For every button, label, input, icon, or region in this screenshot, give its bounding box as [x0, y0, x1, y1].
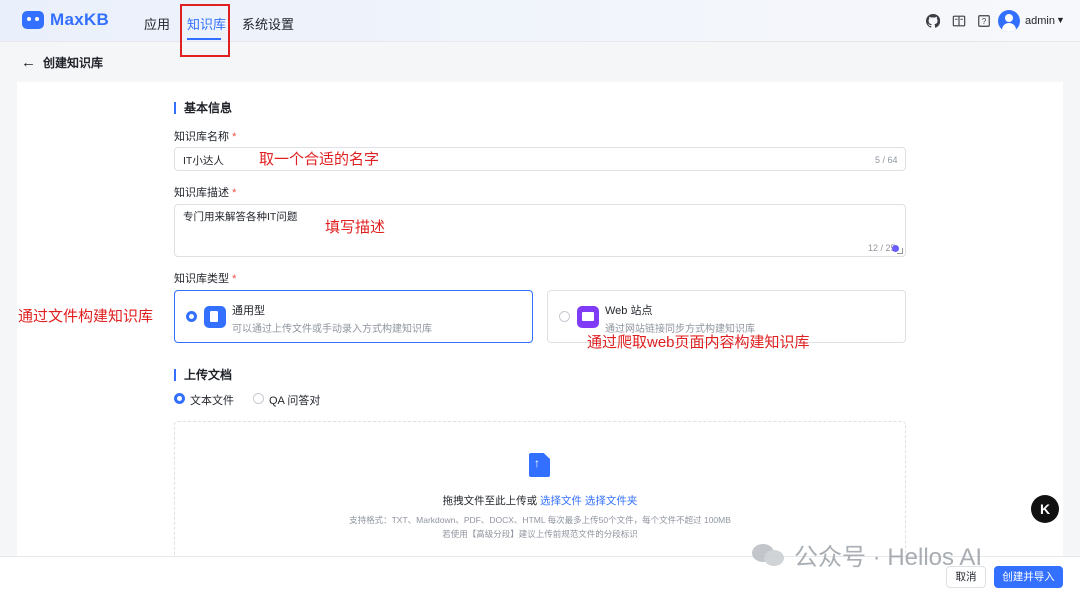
github-icon[interactable]: [925, 13, 941, 28]
create-import-button[interactable]: 创建并导入: [994, 566, 1063, 588]
logo[interactable]: MaxKB: [22, 10, 109, 30]
nav-item-apps[interactable]: 应用: [144, 14, 170, 33]
name-label: 知识库名称 *: [174, 131, 237, 143]
top-navbar: MaxKB 应用 知识库 系统设置 ? admin ▼: [0, 0, 1080, 42]
radio-text-file[interactable]: [174, 393, 185, 404]
annotation-file: 通过文件构建知识库: [18, 308, 154, 325]
logo-text: MaxKB: [50, 10, 110, 29]
floating-assistant-icon[interactable]: K: [1031, 495, 1059, 523]
desc-label: 知识库描述 *: [174, 187, 237, 199]
chevron-down-icon[interactable]: ▼: [1056, 15, 1065, 25]
name-field-value: IT小达人: [183, 155, 224, 167]
section-title-basic: 基本信息: [174, 102, 232, 114]
type-title-web: Web 站点: [605, 305, 653, 317]
annotation-name: 取一个合适的名字: [259, 151, 380, 168]
book-icon[interactable]: [952, 14, 966, 28]
desc-value: 专门用来解答各种IT问题: [183, 211, 298, 223]
nav-item-settings[interactable]: 系统设置: [242, 14, 294, 33]
document-icon: [204, 306, 226, 328]
upload-hint-formats: 支持格式：TXT、Markdown、PDF、DOCX、HTML 每次最多上传50…: [349, 515, 731, 525]
page-header: ← 创建知识库: [21, 54, 103, 71]
radio-general[interactable]: [186, 311, 197, 322]
section-title-upload: 上传文档: [174, 369, 232, 381]
cancel-button[interactable]: 取消: [946, 566, 986, 588]
user-avatar-icon[interactable]: [998, 10, 1020, 32]
type-option-general[interactable]: 通用型 可以通过上传文件或手动录入方式构建知识库: [174, 290, 533, 343]
annotation-highlight-box: [180, 4, 230, 57]
radio-web[interactable]: [559, 311, 570, 322]
name-counter: 5 / 64: [875, 155, 898, 165]
type-label: 知识库类型 *: [174, 273, 237, 285]
user-name[interactable]: admin: [1025, 15, 1055, 27]
radio-qa[interactable]: [253, 393, 264, 404]
wechat-icon: [752, 542, 786, 568]
type-desc-general: 可以通过上传文件或手动录入方式构建知识库: [232, 324, 432, 335]
robot-logo-icon: [22, 11, 44, 29]
help-icon[interactable]: ?: [977, 14, 991, 28]
web-icon: [577, 306, 599, 328]
annotation-desc: 填写描述: [325, 219, 386, 236]
mode-text-file-label[interactable]: 文本文件: [190, 392, 234, 408]
choose-file-link[interactable]: 选择文件: [540, 495, 582, 507]
page-title: 创建知识库: [43, 56, 104, 70]
choose-folder-link[interactable]: 选择文件夹: [585, 495, 638, 507]
upload-file-icon: [529, 453, 550, 477]
arrow-left-icon[interactable]: ←: [21, 54, 36, 71]
mode-qa-label[interactable]: QA 问答对: [269, 392, 320, 408]
cursor-dot-icon: [892, 245, 899, 252]
type-title-general: 通用型: [232, 305, 265, 317]
svg-text:?: ?: [982, 17, 987, 26]
upload-instructions: 拖拽文件至此上传或 选择文件 选择文件夹: [442, 495, 638, 507]
annotation-web: 通过爬取web页面内容构建知识库: [587, 334, 810, 351]
